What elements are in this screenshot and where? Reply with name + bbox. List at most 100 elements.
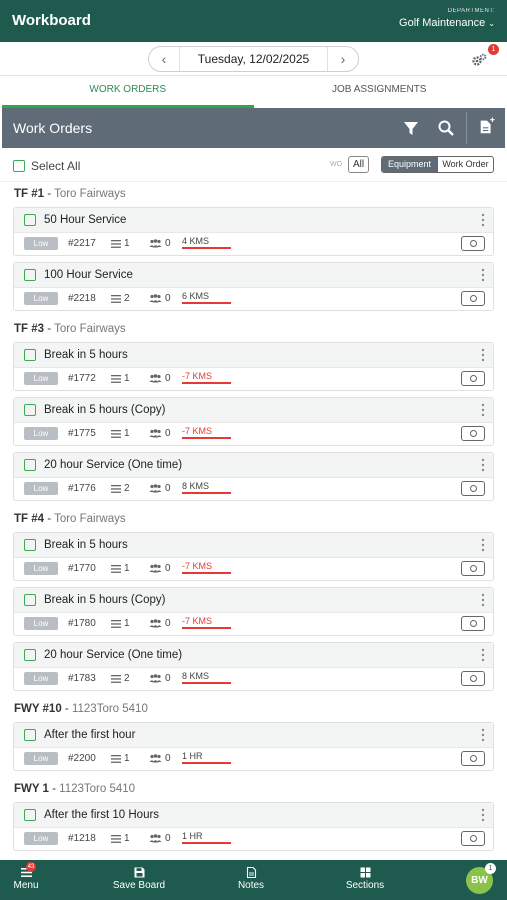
work-order-toggle-button[interactable]: Work Order: [437, 157, 493, 172]
work-order-number: #1775: [68, 428, 96, 439]
work-order-title[interactable]: 20 hour Service (One time): [44, 459, 182, 471]
work-order-checkbox[interactable]: [24, 214, 36, 226]
more-options-icon[interactable]: [481, 213, 485, 227]
chevron-right-icon: ›: [340, 51, 346, 67]
tab-job-assignments[interactable]: JOB ASSIGNMENTS: [254, 76, 506, 108]
gears-settings-icon[interactable]: [471, 52, 487, 68]
equipment-model: Toro Fairways: [54, 188, 126, 200]
view-eye-icon[interactable]: [461, 426, 485, 441]
select-all-checkbox[interactable]: [13, 160, 25, 172]
view-eye-icon[interactable]: [461, 236, 485, 251]
work-order-card[interactable]: Break in 5 hours Low #1770 1 0 -7 KMS: [13, 532, 494, 581]
work-order-card[interactable]: 100 Hour Service Low #2218 2 0 6 KMS: [13, 262, 494, 311]
select-all-control[interactable]: Select All: [13, 159, 80, 173]
work-order-checkbox[interactable]: [24, 729, 36, 741]
work-order-checkbox[interactable]: [24, 404, 36, 416]
card-header: After the first 10 Hours: [14, 803, 493, 828]
task-count-value: 1: [124, 428, 130, 439]
view-eye-icon[interactable]: [461, 561, 485, 576]
view-eye-icon[interactable]: [461, 671, 485, 686]
card-details: Low #1218 1 0 1 HR: [14, 828, 493, 851]
work-order-title[interactable]: 20 hour Service (One time): [44, 649, 182, 661]
work-order-title[interactable]: After the first 10 Hours: [44, 809, 159, 821]
work-order-checkbox[interactable]: [24, 594, 36, 606]
work-order-checkbox[interactable]: [24, 649, 36, 661]
more-options-icon[interactable]: [481, 458, 485, 472]
more-options-icon[interactable]: [481, 268, 485, 282]
more-options-icon[interactable]: [481, 808, 485, 822]
work-order-title[interactable]: Break in 5 hours (Copy): [44, 404, 165, 416]
work-order-card[interactable]: Break in 5 hours (Copy) Low #1775 1 0 -7 KMS: [13, 397, 494, 446]
menu-label: Menu: [13, 880, 39, 891]
card-details: Low #1770 1 0 -7 KMS: [14, 558, 493, 581]
tab-work-orders[interactable]: WORK ORDERS: [2, 76, 254, 108]
task-count-value: 2: [124, 673, 130, 684]
select-all-label: Select All: [31, 159, 81, 173]
work-order-checkbox[interactable]: [24, 809, 36, 821]
next-day-button[interactable]: ›: [328, 47, 358, 71]
view-eye-icon[interactable]: [461, 831, 485, 846]
more-options-icon[interactable]: [481, 728, 485, 742]
view-eye-icon[interactable]: [461, 616, 485, 631]
work-order-card[interactable]: After the first 10 Hours Low #1218 1 0 1 HR: [13, 802, 494, 851]
sections-button[interactable]: Sections: [340, 860, 390, 900]
priority-badge: Low: [24, 292, 58, 305]
more-options-icon[interactable]: [481, 403, 485, 417]
search-icon[interactable]: [437, 119, 455, 137]
work-order-card[interactable]: Break in 5 hours Low #1772 1 0 -7 KMS: [13, 342, 494, 391]
wo-label: WO: [330, 161, 343, 168]
task-count: 1: [111, 618, 130, 629]
more-options-icon[interactable]: [481, 348, 485, 362]
save-board-button[interactable]: Save Board: [106, 860, 172, 900]
more-options-icon[interactable]: [481, 593, 485, 607]
equipment-toggle-button[interactable]: Equipment: [382, 157, 437, 172]
work-order-card[interactable]: 20 hour Service (One time) Low #1776 2 0 8 KM…: [13, 452, 494, 501]
assignee-count-value: 0: [165, 563, 171, 574]
work-order-title[interactable]: Break in 5 hours (Copy): [44, 594, 165, 606]
task-list-icon: [111, 619, 121, 628]
previous-day-button[interactable]: ‹: [149, 47, 179, 71]
work-order-checkbox[interactable]: [24, 349, 36, 361]
task-count: 2: [111, 483, 130, 494]
work-order-card[interactable]: After the first hour Low #2200 1 0 1 HR: [13, 722, 494, 771]
work-order-checkbox[interactable]: [24, 539, 36, 551]
work-order-checkbox[interactable]: [24, 269, 36, 281]
new-work-order-icon[interactable]: [478, 117, 496, 135]
view-eye-icon[interactable]: [461, 481, 485, 496]
work-order-title[interactable]: 50 Hour Service: [44, 214, 126, 226]
task-list-icon: [111, 834, 121, 843]
work-order-title[interactable]: 100 Hour Service: [44, 269, 133, 281]
more-options-icon[interactable]: [481, 648, 485, 662]
assignee-count: 0: [149, 618, 171, 629]
meter-reading: 8 KMS: [182, 481, 231, 494]
work-order-title[interactable]: Break in 5 hours: [44, 349, 128, 361]
department-selector[interactable]: DEPARTMENT: Golf Maintenance ⌄: [399, 8, 495, 29]
wo-all-button[interactable]: All: [348, 156, 369, 173]
equipment-group-header: TF #1 - Toro Fairways: [14, 188, 126, 200]
department-label: DEPARTMENT:: [447, 8, 495, 14]
work-order-list[interactable]: TF #1 - Toro Fairways 50 Hour Service Low #…: [0, 182, 507, 860]
view-eye-icon[interactable]: [461, 751, 485, 766]
view-eye-icon[interactable]: [461, 291, 485, 306]
filter-icon[interactable]: [402, 119, 420, 137]
current-date[interactable]: Tuesday, 12/02/2025: [179, 47, 328, 71]
work-order-card[interactable]: 20 hour Service (One time) Low #1783 2 0 8 KM…: [13, 642, 494, 691]
work-order-title[interactable]: After the first hour: [44, 729, 135, 741]
card-details: Low #1772 1 0 -7 KMS: [14, 368, 493, 391]
work-order-card[interactable]: 50 Hour Service Low #2217 1 0 4 KMS: [13, 207, 494, 256]
priority-badge: Low: [24, 372, 58, 385]
notes-button[interactable]: Notes: [230, 860, 272, 900]
people-icon: [149, 294, 162, 303]
task-count-value: 1: [124, 563, 130, 574]
task-count-value: 2: [124, 483, 130, 494]
card-header: Break in 5 hours (Copy): [14, 398, 493, 423]
work-order-title[interactable]: Break in 5 hours: [44, 539, 128, 551]
app-title: Workboard: [12, 12, 91, 29]
work-order-card[interactable]: Break in 5 hours (Copy) Low #1780 1 0 -7 KMS: [13, 587, 494, 636]
task-list-icon: [111, 484, 121, 493]
view-eye-icon[interactable]: [461, 371, 485, 386]
priority-badge: Low: [24, 672, 58, 685]
work-order-checkbox[interactable]: [24, 459, 36, 471]
more-options-icon[interactable]: [481, 538, 485, 552]
menu-button[interactable]: Menu 43: [8, 860, 44, 900]
